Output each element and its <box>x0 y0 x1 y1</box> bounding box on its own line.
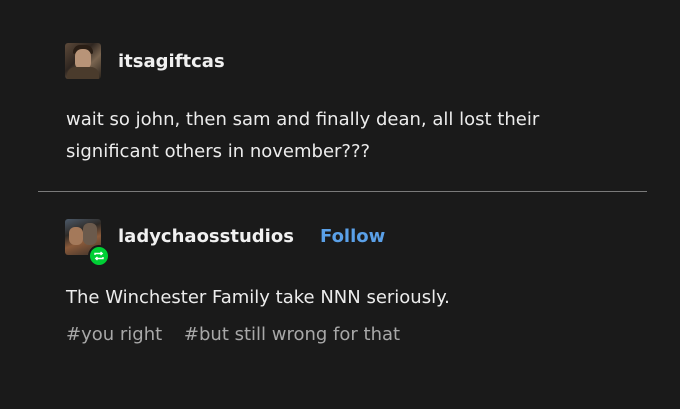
reblog-icon <box>88 245 110 267</box>
tag[interactable]: #you right <box>66 324 162 345</box>
tag[interactable]: #but still wrong for that <box>184 324 400 345</box>
post-username[interactable]: itsagiftcas <box>118 51 225 72</box>
follow-button[interactable]: Follow <box>320 226 385 247</box>
reblog-body-text: The Winchester Family take NNN seriously… <box>66 287 450 308</box>
tag-list: #you right #but still wrong for that <box>66 324 416 345</box>
avatar[interactable] <box>65 43 101 79</box>
reblog-username[interactable]: ladychaosstudios <box>118 226 294 247</box>
post-divider <box>38 191 647 192</box>
post-body-text: wait so john, then sam and finally dean,… <box>66 109 540 162</box>
